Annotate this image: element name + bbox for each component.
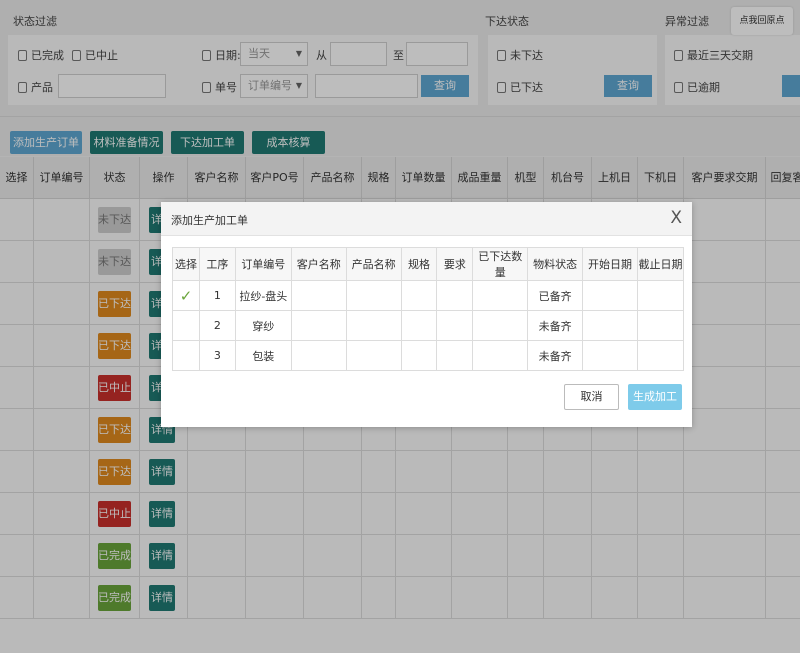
process-column-header: 开始日期 — [582, 247, 638, 281]
process-cell — [436, 280, 474, 311]
process-cell — [636, 340, 685, 371]
process-cell: 穿纱 — [234, 310, 292, 341]
process-cell — [436, 310, 474, 341]
process-column-header: 物料状态 — [527, 247, 584, 281]
process-column-header: 已下达数量 — [472, 247, 529, 281]
row-select-cell[interactable] — [172, 340, 200, 371]
process-cell: 3 — [198, 340, 236, 371]
process-cell — [636, 310, 685, 341]
process-cell — [345, 280, 402, 311]
process-column-header: 工序 — [198, 247, 236, 281]
process-cell — [345, 310, 402, 341]
process-column-header: 产品名称 — [345, 247, 402, 281]
checkmark-icon: ✓ — [179, 286, 193, 305]
process-table: 选择 工序 订单编号 客户名称 产品名称 规格 要求 已下达数量 物料状态 开始日期 截止日期 ✓ 1… — [172, 247, 685, 371]
process-row[interactable]: ✓ 1 拉纱-盘头 已备齐 — [172, 280, 685, 311]
process-cell — [472, 340, 529, 371]
process-cell — [636, 280, 685, 311]
material-status: 未备齐 — [527, 310, 584, 341]
process-row[interactable]: 2 穿纱 未备齐 — [172, 310, 685, 341]
process-column-header: 规格 — [400, 247, 438, 281]
process-cell — [400, 340, 438, 371]
process-cell: 2 — [198, 310, 236, 341]
process-cell — [436, 340, 474, 371]
process-cell — [400, 310, 438, 341]
generate-work-order-button[interactable]: 生成加工单 — [628, 384, 682, 427]
dialog-header: 添加生产加工单 X — [161, 202, 692, 236]
process-cell — [582, 310, 638, 341]
process-column-header: 要求 — [436, 247, 474, 281]
process-cell — [582, 340, 638, 371]
add-work-order-dialog: 添加生产加工单 X 选择 工序 订单编号 客户名称 产品名称 规格 要求 已下达数量 物料状态开… — [161, 202, 692, 427]
process-cell — [290, 340, 347, 371]
process-column-header: 订单编号 — [234, 247, 292, 281]
process-cell — [472, 310, 529, 341]
process-cell — [582, 280, 638, 311]
close-icon[interactable]: X — [670, 208, 682, 228]
process-cell — [472, 280, 529, 311]
material-status: 未备齐 — [527, 340, 584, 371]
material-status: 已备齐 — [527, 280, 584, 311]
process-column-header: 选择 — [172, 247, 200, 281]
dialog-title: 添加生产加工单 — [171, 214, 248, 227]
row-select-cell[interactable]: ✓ — [172, 280, 200, 311]
process-cell: 包装 — [234, 340, 292, 371]
process-cell — [290, 310, 347, 341]
process-column-header: 截止日期 — [636, 247, 685, 281]
process-cell: 拉纱-盘头 — [234, 280, 292, 311]
row-select-cell[interactable] — [172, 310, 200, 341]
process-cell — [290, 280, 347, 311]
cancel-button[interactable]: 取消 — [564, 384, 619, 410]
process-cell: 1 — [198, 280, 236, 311]
process-cell — [345, 340, 402, 371]
process-row[interactable]: 3 包装 未备齐 — [172, 340, 685, 371]
process-cell — [400, 280, 438, 311]
process-column-header: 客户名称 — [290, 247, 347, 281]
